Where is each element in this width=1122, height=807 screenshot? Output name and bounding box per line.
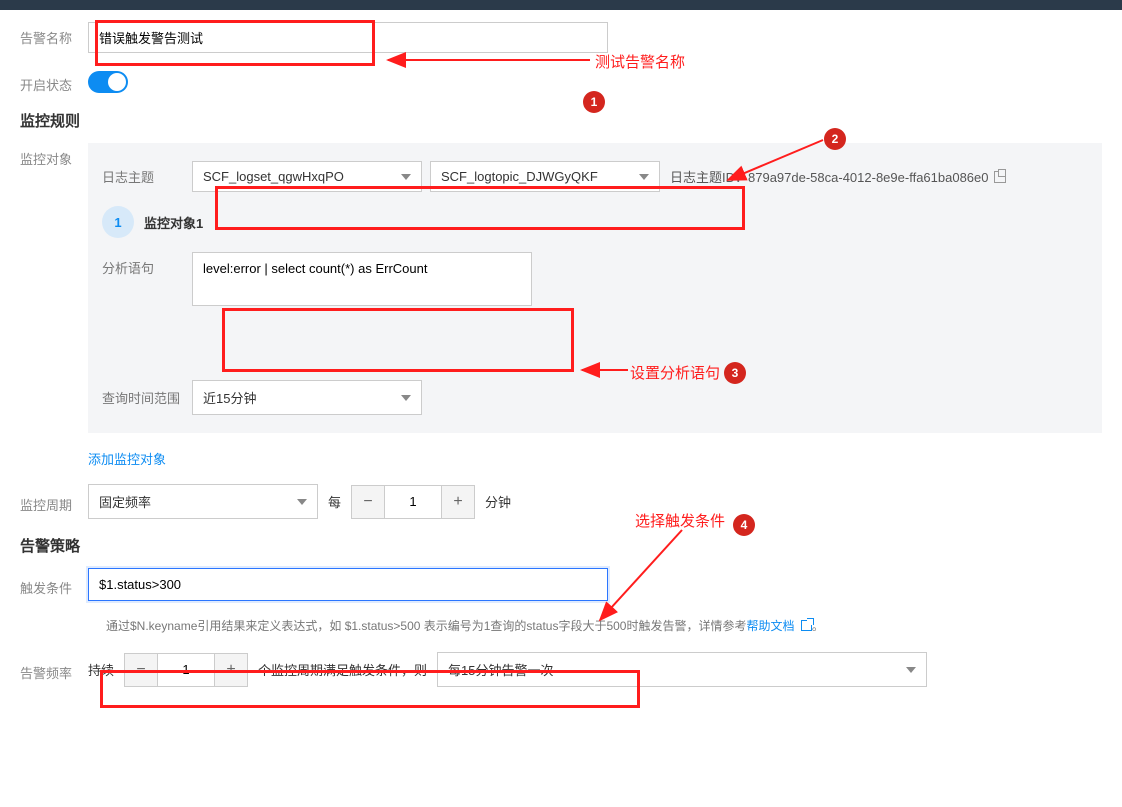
- help-doc-link[interactable]: 帮助文档: [746, 619, 811, 633]
- log-topic-id: 日志主题ID：879a97de-58ca-4012-8e9e-ffa61ba08…: [670, 167, 1006, 186]
- sustain-value-input[interactable]: [158, 653, 214, 687]
- label-alarm-name: 告警名称: [20, 22, 88, 47]
- sustain-stepper: − +: [124, 653, 248, 687]
- enable-toggle[interactable]: [88, 71, 128, 93]
- label-query-range: 查询时间范围: [102, 388, 192, 407]
- chevron-down-icon: [401, 395, 411, 401]
- label-monitor-target: 监控对象: [20, 143, 88, 168]
- query-range-select[interactable]: 近15分钟: [192, 380, 422, 415]
- monitor-target-panel: 日志主题 SCF_logset_qgwHxqPO SCF_logtopic_DJ…: [88, 143, 1102, 433]
- chevron-down-icon: [297, 499, 307, 505]
- chevron-down-icon: [639, 174, 649, 180]
- alarm-freq-select[interactable]: 每15分钟告警一次: [437, 652, 927, 687]
- label-every: 每: [328, 492, 341, 511]
- logtopic-select[interactable]: SCF_logtopic_DJWGyQKF: [430, 161, 660, 192]
- label-alarm-freq: 告警频率: [20, 657, 88, 682]
- label-analysis-stmt: 分析语句: [102, 252, 192, 277]
- trigger-helper-text: 通过$N.keyname引用结果来定义表达式，如 $1.status>500 表…: [106, 617, 1102, 636]
- sustain-minus-button[interactable]: −: [124, 653, 158, 687]
- add-monitor-target-link[interactable]: 添加监控对象: [88, 449, 166, 468]
- top-bar: [0, 0, 1122, 10]
- cycle-value-input[interactable]: [385, 485, 441, 519]
- label-monitor-cycle: 监控周期: [20, 489, 88, 514]
- label-cycles-then: 个监控周期满足触发条件，则: [258, 660, 427, 679]
- label-minute: 分钟: [485, 492, 511, 511]
- query-range-value: 近15分钟: [203, 388, 256, 407]
- label-sustain: 持续: [88, 660, 114, 679]
- section-monitor-rule: 监控规则: [20, 110, 1102, 131]
- logset-select-value: SCF_logset_qgwHxqPO: [203, 169, 344, 184]
- cycle-type-value: 固定频率: [99, 492, 151, 511]
- target-title: 监控对象1: [144, 213, 203, 232]
- target-number-badge: 1: [102, 206, 134, 238]
- sustain-plus-button[interactable]: +: [214, 653, 248, 687]
- label-enable-status: 开启状态: [20, 69, 88, 94]
- logset-select[interactable]: SCF_logset_qgwHxqPO: [192, 161, 422, 192]
- cycle-type-select[interactable]: 固定频率: [88, 484, 318, 519]
- chevron-down-icon: [401, 174, 411, 180]
- cycle-stepper: − +: [351, 485, 475, 519]
- external-link-icon: [801, 620, 812, 631]
- label-log-topic: 日志主题: [102, 167, 192, 186]
- alarm-name-input[interactable]: [88, 22, 608, 53]
- trigger-cond-input[interactable]: [88, 568, 608, 601]
- cycle-plus-button[interactable]: +: [441, 485, 475, 519]
- alarm-freq-value: 每15分钟告警一次: [448, 660, 553, 679]
- logtopic-select-value: SCF_logtopic_DJWGyQKF: [441, 169, 598, 184]
- cycle-minus-button[interactable]: −: [351, 485, 385, 519]
- label-trigger-cond: 触发条件: [20, 572, 88, 597]
- section-alarm-policy: 告警策略: [20, 535, 1102, 556]
- chevron-down-icon: [906, 667, 916, 673]
- copy-icon[interactable]: [994, 171, 1006, 183]
- analysis-stmt-textarea[interactable]: [192, 252, 532, 306]
